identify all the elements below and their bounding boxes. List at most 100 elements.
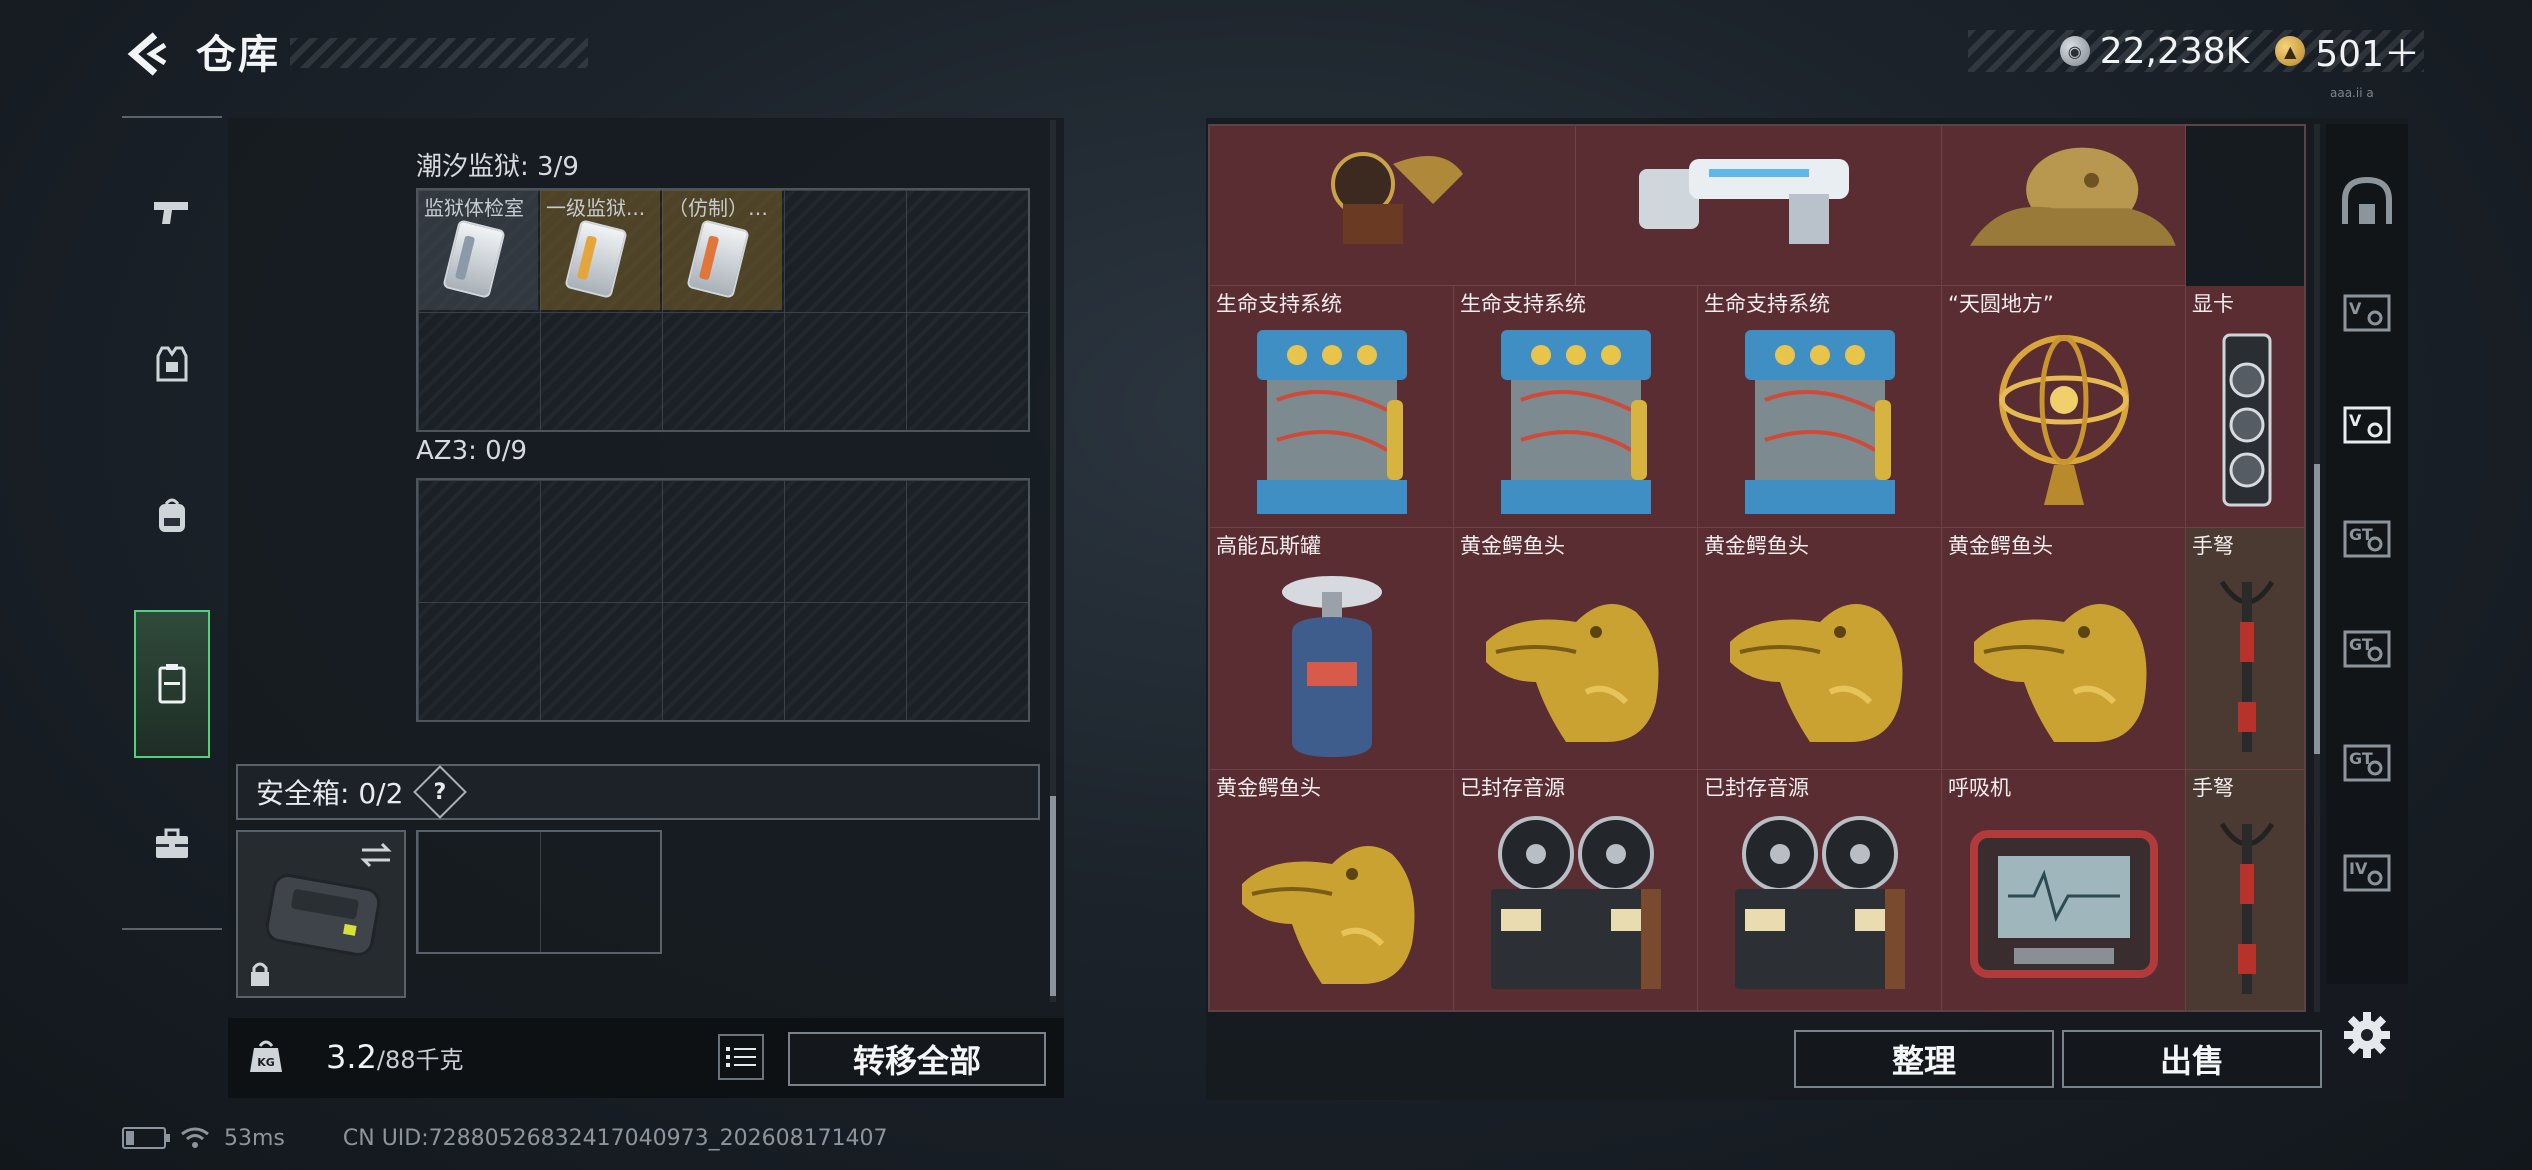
inventory-item[interactable]	[1942, 126, 2186, 286]
nav-toolbox[interactable]	[134, 770, 210, 918]
nav-container[interactable]	[134, 610, 210, 758]
inventory-item-name: 手弩	[2192, 534, 2234, 558]
section-label-tidal-prison: 潮汐监狱: 3/9	[416, 152, 579, 182]
gold-amount: 501＋	[2315, 34, 2420, 75]
storage-grid-tidal-prison[interactable]: 监狱体检室 一级监狱... （仿制）二...	[416, 188, 1030, 432]
inventory-item[interactable]: 手弩	[2186, 770, 2304, 1010]
gold-croc-icon	[1210, 800, 1453, 1007]
page-title: 仓库	[196, 32, 280, 78]
keycard-icon	[442, 219, 506, 299]
weight-max: /88千克	[376, 1046, 464, 1074]
weight-current: 3.2	[326, 1038, 377, 1076]
inventory-item[interactable]: 黄金鳄鱼头	[1942, 528, 2186, 770]
safe-box-slot[interactable]	[236, 830, 406, 998]
title-decoration	[290, 38, 588, 68]
inventory-scroll-thumb[interactable]	[2314, 464, 2320, 754]
inventory-scrollbar[interactable]	[2314, 124, 2320, 1012]
inventory-item[interactable]: 生命支持系统	[1454, 286, 1698, 528]
svg-text:V: V	[2349, 299, 2362, 318]
container-icon	[158, 664, 186, 704]
tab-v-icon: V	[2343, 294, 2391, 332]
right-tab-3[interactable]: GT	[2332, 488, 2402, 588]
keycard-icon	[686, 219, 750, 299]
help-button[interactable]: ?	[413, 765, 468, 819]
gramophone-icon	[1210, 126, 1575, 281]
gold-croc-icon	[1942, 558, 2185, 765]
storage-scroll-thumb[interactable]	[1050, 796, 1056, 996]
list-icon	[726, 1047, 756, 1067]
gpu-icon	[2186, 316, 2304, 523]
silver-amount: 22,238K	[2099, 30, 2250, 72]
inventory-item[interactable]: 黄金鳄鱼头	[1454, 528, 1698, 770]
list-view-button[interactable]	[718, 1034, 764, 1080]
inventory-item[interactable]: 高能瓦斯罐	[1210, 528, 1454, 770]
right-tab-5[interactable]: GT	[2332, 712, 2402, 812]
gold-croc-icon	[1698, 558, 1941, 765]
gold-currency[interactable]: ▲ 501＋	[2275, 25, 2420, 77]
inventory-item-name: 黄金鳄鱼头	[1460, 534, 1565, 558]
left-category-nav	[122, 116, 222, 930]
silver-coin-icon: ◉	[2059, 36, 2090, 66]
inventory-item-name: 黄金鳄鱼头	[1948, 534, 2053, 558]
gold-croc-icon	[1454, 558, 1697, 765]
inventory-item[interactable]: 手弩	[2186, 528, 2304, 770]
inventory-item[interactable]: 已封存音源	[1698, 770, 1942, 1010]
storage-item[interactable]: （仿制）二...	[662, 190, 782, 310]
inventory-item[interactable]: 已封存音源	[1454, 770, 1698, 1010]
inventory-item[interactable]: 黄金鳄鱼头	[1698, 528, 1942, 770]
tab-gt2-icon: GT	[2343, 630, 2391, 668]
storage-grid-az3[interactable]	[416, 478, 1030, 722]
svg-text:V: V	[2349, 411, 2362, 430]
swap-icon	[360, 842, 392, 868]
right-tab-6[interactable]: IV	[2332, 822, 2402, 922]
header-small-text: aaa.ii a	[2330, 86, 2374, 100]
ventilator-icon	[1942, 800, 2185, 1007]
storage-item[interactable]: 一级监狱...	[540, 190, 660, 310]
wifi-icon	[181, 1127, 209, 1148]
nav-armor[interactable]	[134, 290, 210, 438]
currency-bar: ◉ 22,238K ▲ 501＋	[1968, 30, 2424, 75]
safe-box-header: 安全箱: 0/2 ?	[236, 764, 1040, 820]
sort-button[interactable]: 整理	[1794, 1030, 2054, 1088]
gas-tank-icon	[1210, 558, 1453, 765]
settings-gear-icon[interactable]	[2340, 1008, 2394, 1062]
tab-iv-icon: IV	[2343, 854, 2391, 892]
inventory-item[interactable]: 黄金鳄鱼头	[1210, 770, 1454, 1010]
inventory-item[interactable]	[1210, 126, 1576, 286]
gold-coin-icon: ▲	[2275, 36, 2306, 66]
nav-weapons[interactable]	[134, 138, 210, 286]
nav-backpack[interactable]	[134, 442, 210, 590]
right-tab-4[interactable]: GT	[2332, 598, 2402, 698]
safe-box-empty-slot[interactable]	[416, 830, 662, 954]
storage-item[interactable]: 监狱体检室	[418, 190, 538, 310]
inventory-item[interactable]: 呼吸机	[1942, 770, 2186, 1010]
reel-recorder-icon	[1698, 800, 1941, 1007]
inventory-item-name: 黄金鳄鱼头	[1216, 776, 1321, 800]
life-support-icon	[1698, 316, 1941, 523]
right-tab-1[interactable]: V	[2332, 262, 2402, 362]
sell-button[interactable]: 出售	[2062, 1030, 2322, 1088]
inventory-item-name: 已封存音源	[1460, 776, 1565, 800]
armillary-icon	[1942, 316, 2185, 523]
transfer-all-button[interactable]: 转移全部	[788, 1032, 1046, 1086]
pistol-icon	[154, 202, 188, 224]
right-tab-2[interactable]: V	[2332, 374, 2402, 474]
bust-icon	[1942, 126, 2185, 281]
inventory-item[interactable]: “天圆地方”	[1942, 286, 2186, 528]
storage-scrollbar[interactable]	[1050, 120, 1056, 1002]
inventory-item[interactable]: 显卡	[2186, 286, 2304, 528]
right-tab-0[interactable]	[2332, 152, 2402, 252]
inventory-item-name: 生命支持系统	[1216, 292, 1342, 316]
inventory-item-name: 高能瓦斯罐	[1216, 534, 1321, 558]
item-name: 监狱体检室	[424, 196, 524, 220]
safe-case-icon	[265, 874, 381, 956]
inventory-item[interactable]: 生命支持系统	[1698, 286, 1942, 528]
silver-currency[interactable]: ◉ 22,238K	[2059, 30, 2250, 72]
back-button[interactable]	[118, 26, 176, 82]
inventory-grid[interactable]: 生命支持系统 生命支持系统 生命支持系统 “天圆地方” 显卡 高能瓦斯罐 黄金鳄鱼头 黄金鳄鱼…	[1208, 124, 2306, 1012]
inventory-item[interactable]	[1576, 126, 1942, 286]
inventory-item[interactable]: 生命支持系统	[1210, 286, 1454, 528]
crossbow-icon	[2186, 558, 2304, 765]
life-support-icon	[1454, 316, 1697, 523]
tab-gt1-icon: GT	[2343, 520, 2391, 558]
